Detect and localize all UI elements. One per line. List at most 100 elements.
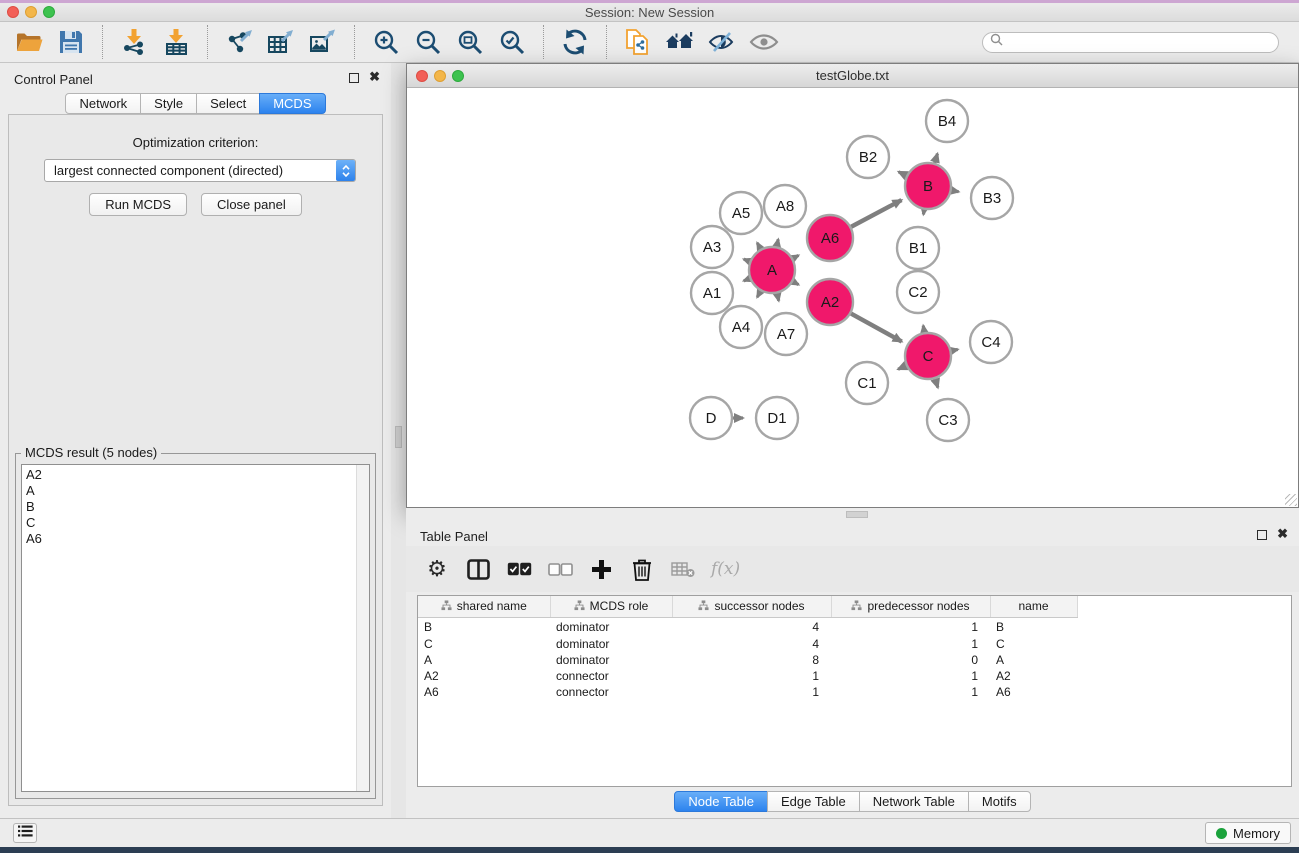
cell[interactable]: 1 <box>672 684 831 700</box>
close-panel-button[interactable]: Close panel <box>201 193 302 216</box>
mcds-result-item[interactable]: A <box>22 483 355 499</box>
cell[interactable]: B <box>990 617 1077 636</box>
edge-A-A8[interactable] <box>777 239 778 246</box>
network-canvas[interactable]: B4B2BB3A8A5A6A3B1AC2A1A2A4A7C4CC1C3DD1 <box>407 89 1298 507</box>
mcds-result-item[interactable]: A6 <box>22 531 355 547</box>
column-header-shared-name[interactable]: shared name <box>418 596 550 617</box>
export-image-icon[interactable] <box>304 24 342 60</box>
zoom-in-icon[interactable] <box>367 24 405 60</box>
mcds-result-item[interactable]: A2 <box>22 467 355 483</box>
edge-A-A6[interactable] <box>793 255 798 258</box>
column-header-predecessor-nodes[interactable]: predecessor nodes <box>831 596 990 617</box>
cell[interactable]: connector <box>550 668 672 684</box>
table-row[interactable]: A6connector11A6 <box>418 684 1291 700</box>
table-mode-icon[interactable]: ⚙ <box>424 554 450 584</box>
cell[interactable]: 1 <box>831 617 990 636</box>
tab-node-table[interactable]: Node Table <box>674 791 768 812</box>
import-table-icon[interactable] <box>157 24 195 60</box>
cell[interactable]: 8 <box>672 652 831 668</box>
table-row[interactable]: A2connector11A2 <box>418 668 1291 684</box>
memory-button[interactable]: Memory <box>1205 822 1291 844</box>
node-table[interactable]: shared nameMCDS rolesuccessor nodesprede… <box>417 595 1292 787</box>
cell[interactable]: A2 <box>990 668 1077 684</box>
scrollbar-track[interactable] <box>356 465 369 791</box>
edge-B-B3[interactable] <box>952 190 959 191</box>
edge-A-A7[interactable] <box>777 293 779 300</box>
deselect-all-icon[interactable] <box>547 554 573 584</box>
float-panel-icon[interactable] <box>349 73 359 83</box>
tab-motifs[interactable]: Motifs <box>968 791 1031 812</box>
cell[interactable]: A2 <box>418 668 550 684</box>
column-header-name[interactable]: name <box>990 596 1077 617</box>
task-history-button[interactable] <box>13 823 37 843</box>
close-panel-icon[interactable]: ✖ <box>1277 526 1288 542</box>
cell[interactable]: A6 <box>990 684 1077 700</box>
save-session-icon[interactable] <box>52 24 90 60</box>
cell[interactable]: dominator <box>550 636 672 652</box>
edge-A-A1[interactable] <box>744 279 750 281</box>
cell[interactable]: 4 <box>672 636 831 652</box>
table-row[interactable]: Adominator80A <box>418 652 1291 668</box>
show-details-icon[interactable] <box>745 24 783 60</box>
cell[interactable]: A <box>418 652 550 668</box>
tab-edge-table[interactable]: Edge Table <box>767 791 860 812</box>
export-table-icon[interactable] <box>262 24 300 60</box>
open-session-icon[interactable] <box>10 24 48 60</box>
delete-column-icon[interactable] <box>629 554 655 584</box>
cell[interactable]: 1 <box>672 668 831 684</box>
mcds-result-listbox[interactable]: A2ABCA6 <box>21 464 370 792</box>
cell[interactable]: 1 <box>831 668 990 684</box>
column-header-successor-nodes[interactable]: successor nodes <box>672 596 831 617</box>
cell[interactable]: dominator <box>550 617 672 636</box>
splitter-handle[interactable] <box>395 426 402 448</box>
search-input[interactable] <box>1007 34 1278 51</box>
add-column-icon[interactable] <box>588 554 614 584</box>
cell[interactable]: C <box>990 636 1077 652</box>
edge-C-C3[interactable] <box>935 379 938 388</box>
select-all-icon[interactable] <box>506 554 532 584</box>
edge-A2-C[interactable] <box>851 314 902 342</box>
edge-C-C2[interactable] <box>923 326 924 333</box>
cell[interactable]: B <box>418 617 550 636</box>
edge-A-A2[interactable] <box>793 282 798 285</box>
mcds-result-item[interactable]: B <box>22 499 355 515</box>
table-row[interactable]: Cdominator41C <box>418 636 1291 652</box>
resize-grip[interactable] <box>1285 494 1297 506</box>
tab-select[interactable]: Select <box>196 93 260 114</box>
column-icon[interactable] <box>465 554 491 584</box>
network-from-selection-icon[interactable] <box>619 24 657 60</box>
cell[interactable]: C <box>418 636 550 652</box>
zoom-selected-icon[interactable] <box>493 24 531 60</box>
criterion-dropdown[interactable]: largest connected component (directed) <box>44 159 356 182</box>
edge-B-B2[interactable] <box>899 172 907 176</box>
refresh-icon[interactable] <box>556 24 594 60</box>
zoom-out-icon[interactable] <box>409 24 447 60</box>
edge-A-A4[interactable] <box>757 291 760 297</box>
table-row[interactable]: Bdominator41B <box>418 617 1291 636</box>
export-network-icon[interactable] <box>220 24 258 60</box>
import-network-icon[interactable] <box>115 24 153 60</box>
tab-network-table[interactable]: Network Table <box>859 791 969 812</box>
cell[interactable]: A <box>990 652 1077 668</box>
vertical-splitter[interactable] <box>391 63 406 818</box>
edge-B-B1[interactable] <box>923 210 924 215</box>
edge-B-B4[interactable] <box>935 154 938 163</box>
column-header-MCDS-role[interactable]: MCDS role <box>550 596 672 617</box>
tab-network[interactable]: Network <box>65 93 141 114</box>
splitter-handle[interactable] <box>846 511 868 518</box>
horizontal-splitter[interactable] <box>406 508 1299 520</box>
edge-C-C1[interactable] <box>898 366 906 370</box>
function-builder-icon[interactable]: f(x) <box>711 554 740 584</box>
cell[interactable]: A6 <box>418 684 550 700</box>
tab-mcds[interactable]: MCDS <box>259 93 325 114</box>
search-box[interactable] <box>982 32 1279 53</box>
cell[interactable]: 4 <box>672 617 831 636</box>
cell[interactable]: 0 <box>831 652 990 668</box>
cell[interactable]: connector <box>550 684 672 700</box>
cell[interactable]: 1 <box>831 684 990 700</box>
edge-A-A3[interactable] <box>744 259 750 261</box>
mcds-result-item[interactable]: C <box>22 515 355 531</box>
cell[interactable]: 1 <box>831 636 990 652</box>
edge-C-C4[interactable] <box>951 349 957 350</box>
edge-A6-B[interactable] <box>851 200 901 227</box>
